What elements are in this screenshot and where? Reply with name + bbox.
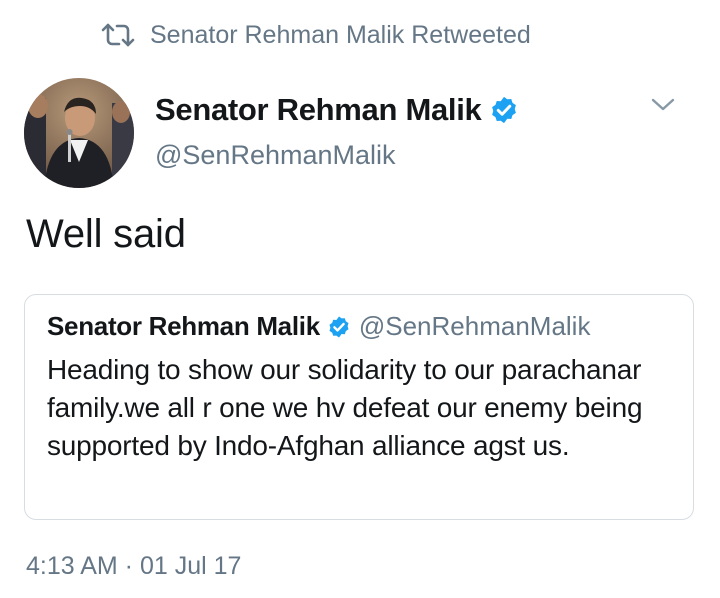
tweet-author[interactable]: Senator Rehman Malik @SenRehmanMalik (155, 88, 519, 171)
quoted-tweet-text: Heading to show our solidarity to our pa… (47, 354, 643, 461)
quoted-tweet-header: Senator Rehman Malik @SenRehmanMalik (47, 311, 590, 342)
retweet-icon (100, 22, 136, 48)
author-name[interactable]: Senator Rehman Malik (155, 92, 482, 128)
author-handle[interactable]: @SenRehmanMalik (155, 140, 519, 171)
quoted-author-name: Senator Rehman Malik (47, 311, 320, 341)
tweet-timestamp[interactable]: 4:13 AM · 01 Jul 17 (26, 552, 241, 581)
retweet-context[interactable]: Senator Rehman Malik Retweeted (100, 18, 531, 52)
quoted-tweet[interactable]: Senator Rehman Malik @SenRehmanMalik Hea… (24, 294, 694, 520)
quoted-author-handle: @SenRehmanMalik (358, 311, 591, 341)
verified-badge-icon (327, 315, 351, 339)
verified-badge-icon (489, 95, 519, 125)
tweet-text: Well said (26, 212, 186, 256)
chevron-down-icon[interactable] (650, 96, 676, 114)
avatar[interactable] (24, 78, 134, 188)
retweet-label: Senator Rehman Malik Retweeted (150, 20, 531, 49)
